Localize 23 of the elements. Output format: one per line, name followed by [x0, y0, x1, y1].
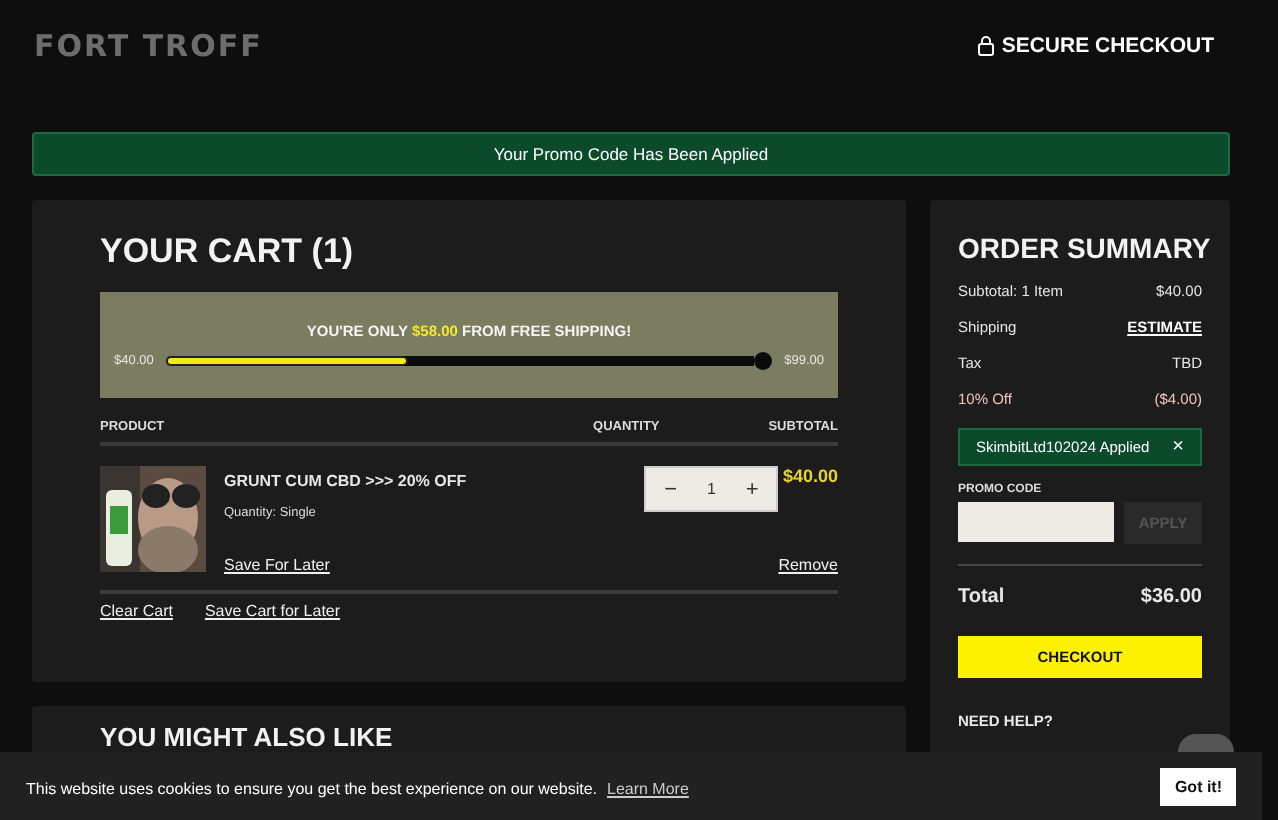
- cart-title: YOUR CART (1): [100, 232, 356, 272]
- quantity-value[interactable]: 1: [706, 480, 716, 498]
- total-label: Total: [958, 586, 1005, 608]
- lock-icon: [977, 36, 994, 56]
- item-subtotal: $40.00: [782, 466, 838, 486]
- promo-applied-banner: Your Promo Code Has Been Applied: [32, 132, 1230, 176]
- promo-code-field[interactable]: [958, 502, 1114, 542]
- recommendations-title: YOU MIGHT ALSO LIKE: [100, 722, 395, 752]
- decrease-button[interactable]: −: [658, 477, 684, 501]
- clear-cart-link[interactable]: Clear Cart: [100, 602, 173, 620]
- total-value: $36.00: [1140, 586, 1202, 608]
- remove-link[interactable]: Remove: [778, 556, 838, 574]
- product-name[interactable]: GRUNT CUM CBD >>> 20% OFF: [224, 472, 547, 490]
- remove-code-button[interactable]: ×: [1172, 436, 1184, 458]
- secure-checkout-label: SECURE CHECKOUT: [1001, 34, 1214, 58]
- save-for-later-link[interactable]: Save For Later: [224, 556, 547, 574]
- increase-button[interactable]: +: [739, 477, 765, 501]
- chat-button[interactable]: [1178, 734, 1234, 752]
- logo[interactable]: FORT TROFF: [34, 28, 263, 64]
- got-it-button[interactable]: Got it!: [1160, 767, 1236, 805]
- learn-more-link[interactable]: Learn More: [607, 780, 689, 798]
- save-cart-link[interactable]: Save Cart for Later: [204, 602, 341, 620]
- cookie-message: This website uses cookies to ensure you get the best experience on our website.: [26, 780, 597, 798]
